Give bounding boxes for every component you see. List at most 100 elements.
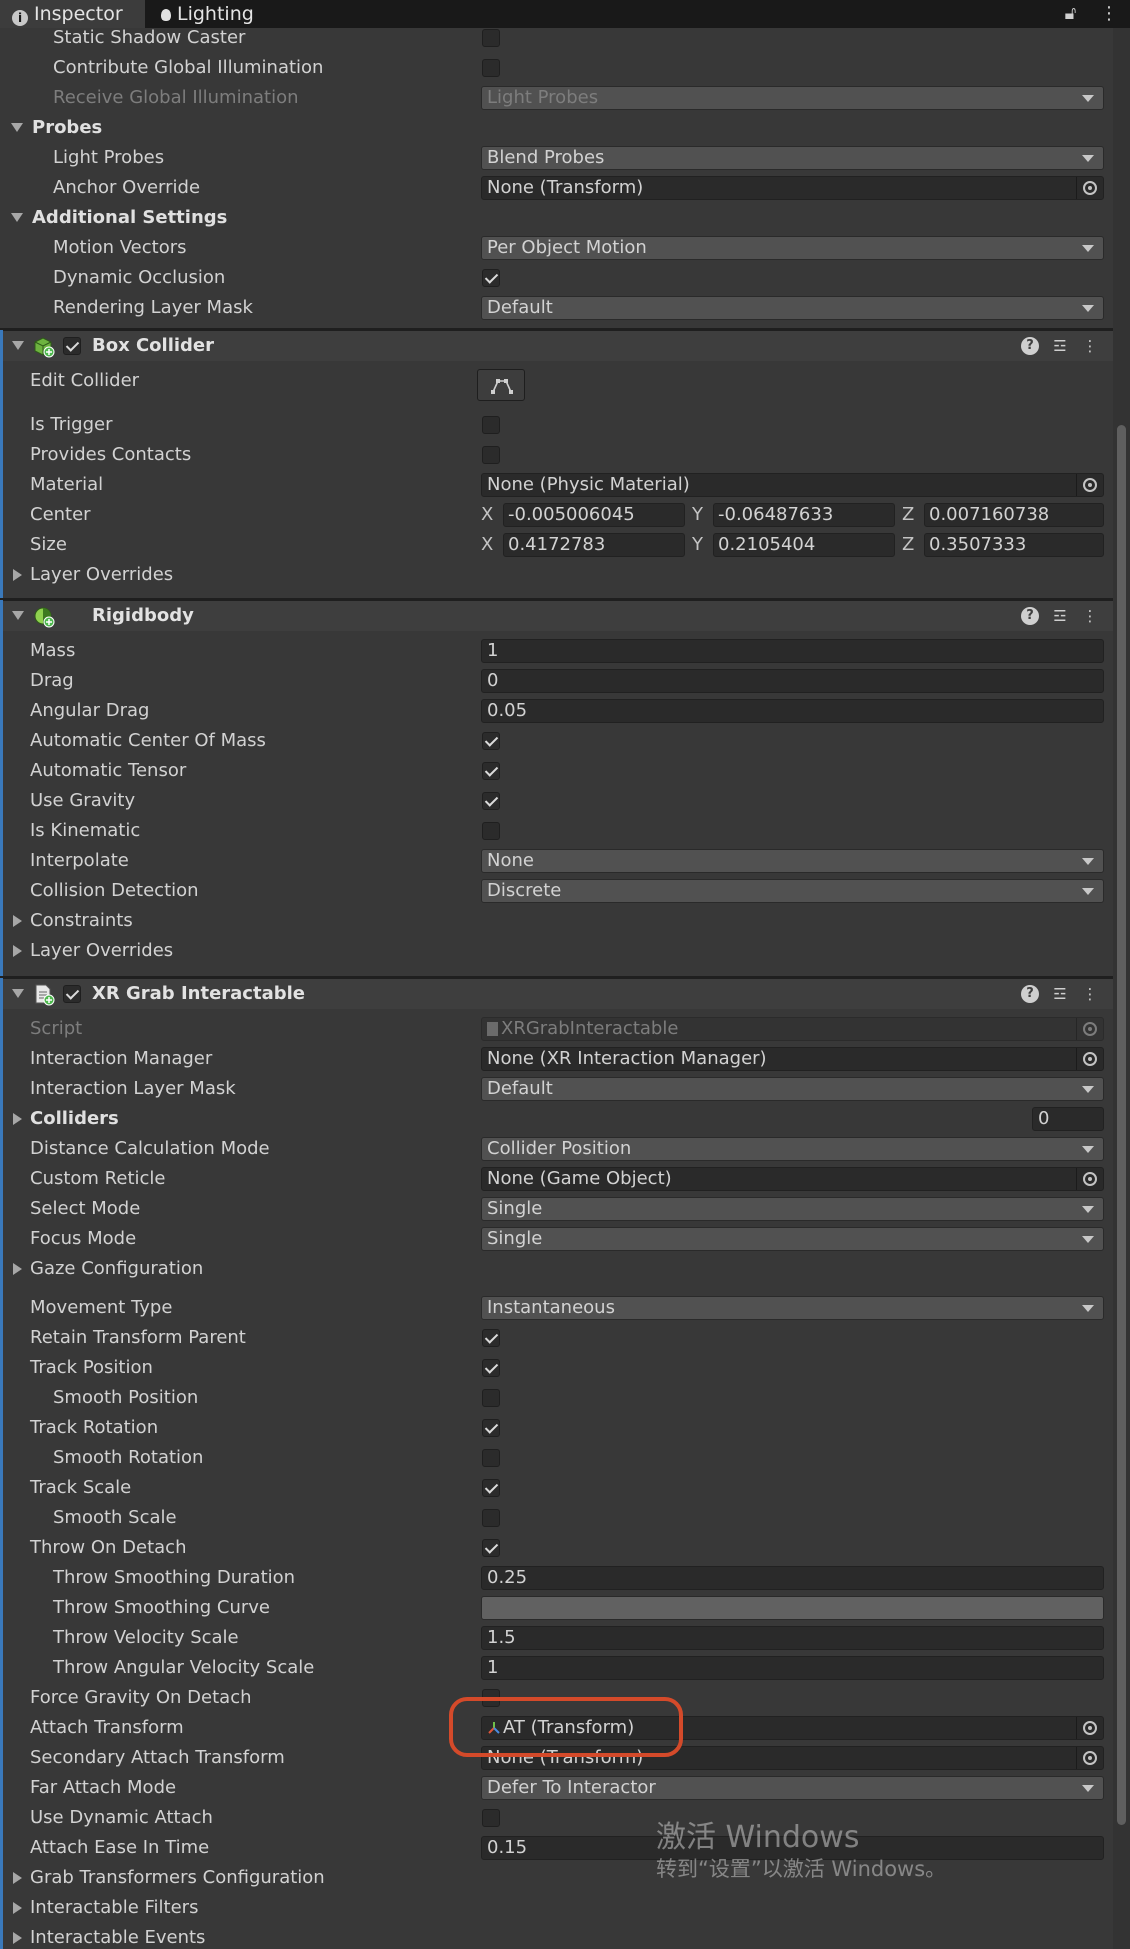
help-icon[interactable]: ? — [1021, 607, 1039, 625]
interaction-layer-mask-dropdown[interactable]: Default — [481, 1077, 1104, 1101]
interactable-events-label[interactable]: Interactable Events — [30, 1923, 205, 1949]
object-picker-icon[interactable] — [1076, 177, 1103, 199]
object-picker-icon[interactable] — [1076, 1018, 1103, 1040]
colliders-size-input[interactable]: 0 — [1032, 1107, 1104, 1131]
object-picker-icon[interactable] — [1076, 474, 1103, 496]
inspector-scrollbar[interactable] — [1113, 28, 1130, 1949]
box-collider-enabled-checkbox[interactable] — [63, 337, 81, 355]
use-gravity-checkbox[interactable] — [482, 792, 500, 810]
throw-smoothing-curve-curve-field[interactable] — [481, 1596, 1104, 1620]
grab-transformers-configuration-label[interactable]: Grab Transformers Configuration — [30, 1863, 325, 1893]
edit-collider-button[interactable] — [477, 369, 525, 401]
collision-detection-dropdown[interactable]: Discrete — [481, 879, 1104, 903]
layer-overrides-label[interactable]: Layer Overrides — [30, 560, 173, 590]
light-probes-dropdown[interactable]: Blend Probes — [481, 146, 1104, 170]
interactable-events-foldout-arrow-icon[interactable] — [13, 1932, 22, 1944]
kebab-menu-icon[interactable]: ⋮ — [1081, 607, 1099, 625]
constraints-foldout-arrow-icon[interactable] — [13, 915, 22, 927]
material-object-field[interactable]: None (Physic Material) — [481, 473, 1104, 497]
layer-overrides-foldout-arrow-icon[interactable] — [13, 945, 22, 957]
tab-inspector[interactable]: i Inspector — [0, 0, 145, 28]
tab-lighting[interactable]: Lighting — [155, 0, 295, 28]
size-z-input[interactable]: 0.3507333 — [924, 533, 1104, 557]
additional-settings-foldout-arrow-icon[interactable] — [11, 213, 23, 222]
box-collider-collapse-arrow-icon[interactable] — [12, 341, 24, 350]
lock-icon[interactable]: 🔓︎ — [1065, 3, 1077, 24]
interaction-manager-object-field[interactable]: None (XR Interaction Manager) — [481, 1047, 1104, 1071]
colliders-foldout-arrow-icon[interactable] — [13, 1113, 22, 1125]
additional-settings-label[interactable]: Additional Settings — [32, 203, 227, 233]
focus-mode-dropdown[interactable]: Single — [481, 1227, 1104, 1251]
center-y-input[interactable]: -0.06487633 — [713, 503, 895, 527]
dynamic-occlusion-checkbox[interactable] — [482, 269, 500, 287]
static-shadow-caster-checkbox[interactable] — [482, 29, 500, 47]
angular-drag-input[interactable]: 0.05 — [481, 699, 1104, 723]
smooth-position-checkbox[interactable] — [482, 1389, 500, 1407]
throw-on-detach-checkbox[interactable] — [482, 1539, 500, 1557]
object-picker-icon[interactable] — [1076, 1717, 1103, 1739]
interpolate-dropdown[interactable]: None — [481, 849, 1104, 873]
drag-input[interactable]: 0 — [481, 669, 1104, 693]
is-kinematic-checkbox[interactable] — [482, 822, 500, 840]
track-rotation-checkbox[interactable] — [482, 1419, 500, 1437]
xr-grab-interactable-enabled-checkbox[interactable] — [63, 985, 81, 1003]
interactable-filters-foldout-arrow-icon[interactable] — [13, 1902, 22, 1914]
anchor-override-object-field[interactable]: None (Transform) — [481, 176, 1104, 200]
object-picker-icon[interactable] — [1076, 1048, 1103, 1070]
track-position-checkbox[interactable] — [482, 1359, 500, 1377]
use-dynamic-attach-checkbox[interactable] — [482, 1809, 500, 1827]
retain-transform-parent-checkbox[interactable] — [482, 1329, 500, 1347]
throw-smoothing-duration-input[interactable]: 0.25 — [481, 1566, 1104, 1590]
grab-transformers-configuration-foldout-arrow-icon[interactable] — [13, 1872, 22, 1884]
smooth-rotation-checkbox[interactable] — [482, 1449, 500, 1467]
throw-velocity-scale-input[interactable]: 1.5 — [481, 1626, 1104, 1650]
presets-icon[interactable]: ☲ — [1051, 607, 1069, 625]
presets-icon[interactable]: ☲ — [1051, 985, 1069, 1003]
kebab-menu-icon[interactable]: ⋮ — [1100, 3, 1118, 24]
center-z-input[interactable]: 0.007160738 — [924, 503, 1104, 527]
mass-input[interactable]: 1 — [481, 639, 1104, 663]
gaze-configuration-foldout-arrow-icon[interactable] — [13, 1263, 22, 1275]
gaze-configuration-label[interactable]: Gaze Configuration — [30, 1254, 203, 1284]
layer-overrides-foldout-arrow-icon[interactable] — [13, 569, 22, 581]
center-x-input[interactable]: -0.005006045 — [503, 503, 685, 527]
is-trigger-checkbox[interactable] — [482, 416, 500, 434]
motion-vectors-dropdown[interactable]: Per Object Motion — [481, 236, 1104, 260]
kebab-menu-icon[interactable]: ⋮ — [1081, 985, 1099, 1003]
receive-global-illumination-dropdown[interactable]: Light Probes — [481, 86, 1104, 110]
track-scale-checkbox[interactable] — [482, 1479, 500, 1497]
automatic-center-of-mass-checkbox[interactable] — [482, 732, 500, 750]
smooth-scale-checkbox[interactable] — [482, 1509, 500, 1527]
xr-grab-interactable-component-header[interactable]: XR Grab Interactable? ☲ ⋮ — [0, 978, 1113, 1009]
help-icon[interactable]: ? — [1021, 985, 1039, 1003]
box-collider-component-header[interactable]: Box Collider? ☲ ⋮ — [0, 330, 1113, 361]
select-mode-dropdown[interactable]: Single — [481, 1197, 1104, 1221]
provides-contacts-checkbox[interactable] — [482, 446, 500, 464]
constraints-label[interactable]: Constraints — [30, 906, 133, 936]
size-y-input[interactable]: 0.2105404 — [713, 533, 895, 557]
object-picker-icon[interactable] — [1076, 1168, 1103, 1190]
help-icon[interactable]: ? — [1021, 337, 1039, 355]
scrollbar-thumb[interactable] — [1117, 425, 1126, 1825]
throw-angular-velocity-scale-input[interactable]: 1 — [481, 1656, 1104, 1680]
probes-foldout-arrow-icon[interactable] — [11, 123, 23, 132]
rigidbody-collapse-arrow-icon[interactable] — [12, 611, 24, 620]
kebab-menu-icon[interactable]: ⋮ — [1081, 337, 1099, 355]
far-attach-mode-dropdown[interactable]: Defer To Interactor — [481, 1776, 1104, 1800]
movement-type-dropdown[interactable]: Instantaneous — [481, 1296, 1104, 1320]
object-picker-icon[interactable] — [1076, 1747, 1103, 1769]
contribute-global-illumination-checkbox[interactable] — [482, 59, 500, 77]
custom-reticle-object-field[interactable]: None (Game Object) — [481, 1167, 1104, 1191]
xr-grab-interactable-collapse-arrow-icon[interactable] — [12, 989, 24, 998]
interactable-filters-label[interactable]: Interactable Filters — [30, 1893, 198, 1923]
automatic-tensor-checkbox[interactable] — [482, 762, 500, 780]
rigidbody-component-header[interactable]: Rigidbody? ☲ ⋮ — [0, 600, 1113, 631]
size-x-input[interactable]: 0.4172783 — [503, 533, 685, 557]
interaction-manager-label: Interaction Manager — [30, 1048, 213, 1069]
distance-calculation-mode-dropdown[interactable]: Collider Position — [481, 1137, 1104, 1161]
presets-icon[interactable]: ☲ — [1051, 337, 1069, 355]
probes-label[interactable]: Probes — [32, 113, 102, 143]
rendering-layer-mask-dropdown[interactable]: Default — [481, 296, 1104, 320]
layer-overrides-label[interactable]: Layer Overrides — [30, 936, 173, 966]
script-object-field[interactable]: XRGrabInteractable — [481, 1017, 1104, 1041]
